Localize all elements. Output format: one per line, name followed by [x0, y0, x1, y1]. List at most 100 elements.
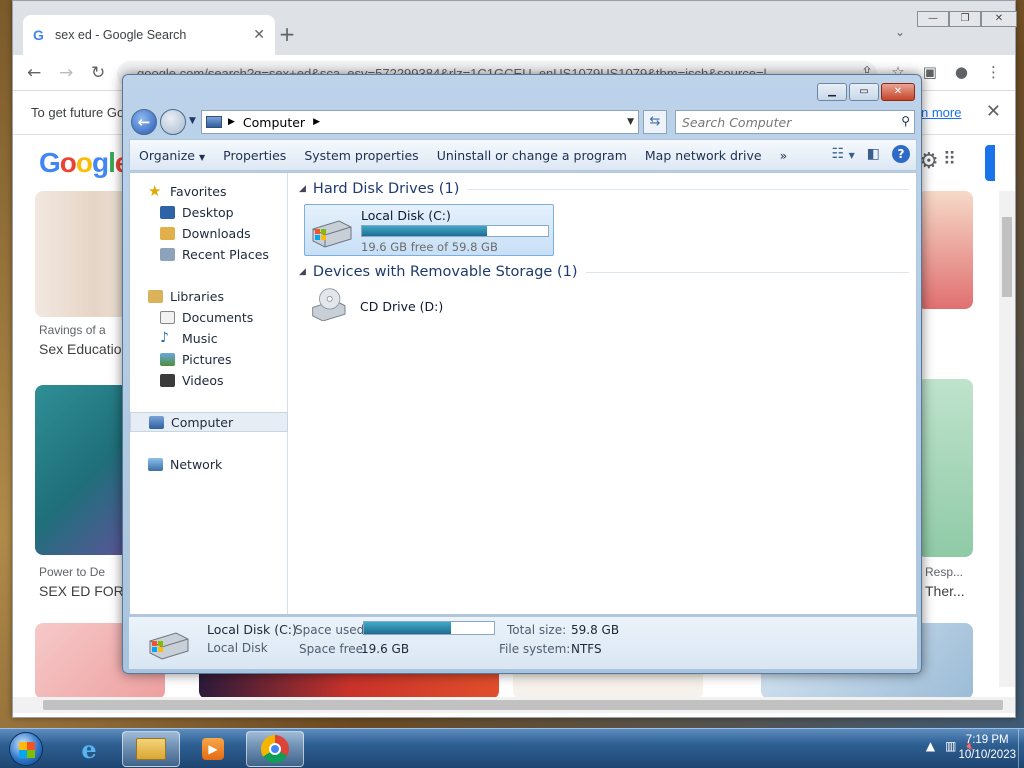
chevron-down-icon: ▼	[198, 152, 206, 162]
start-button[interactable]	[4, 729, 48, 768]
total-size-label: Total size:	[507, 623, 567, 637]
pictures-icon	[160, 352, 175, 366]
system-properties-button[interactable]: System properties	[295, 148, 427, 163]
media-player-icon[interactable]: ▶	[184, 731, 242, 767]
reload-icon[interactable]: ↻	[91, 63, 105, 83]
navigation-pane: ★ Favorites Desktop Downloads Recent Plac…	[130, 173, 288, 614]
google-logo[interactable]: Google	[39, 147, 130, 179]
menu-icon[interactable]: ⋮	[986, 63, 1001, 81]
forward-button[interactable]	[160, 109, 186, 135]
restore-button[interactable]: ❐	[949, 11, 981, 27]
forward-icon[interactable]: →	[59, 63, 73, 83]
chrome-taskbar-icon[interactable]	[246, 731, 304, 767]
nav-downloads[interactable]: Downloads	[130, 223, 288, 243]
details-drive-name: Local Disk (C:)	[207, 622, 297, 637]
back-icon[interactable]: ←	[27, 63, 41, 83]
nav-pictures[interactable]: Pictures	[130, 349, 288, 369]
breadcrumb-arrow-icon[interactable]: ▶	[228, 117, 235, 127]
local-disk-c-tile[interactable]: Local Disk (C:) 19.6 GB free of 59.8 GB	[304, 204, 554, 256]
minimize-button[interactable]: ▁	[817, 83, 847, 101]
file-explorer-taskbar-icon[interactable]	[122, 731, 180, 767]
change-view-icon[interactable]: ☷ ▼	[832, 146, 855, 162]
command-bar: Organize ▼ Properties System properties …	[129, 139, 917, 171]
address-dropdown-icon[interactable]: ▼	[627, 117, 634, 127]
search-icon[interactable]: ⚲	[901, 114, 910, 128]
hard-drive-icon	[149, 632, 189, 660]
drive-name: Local Disk (C:)	[361, 208, 451, 223]
nav-label: Libraries	[170, 288, 224, 304]
properties-button[interactable]: Properties	[214, 148, 295, 163]
learn-more-link[interactable]: n more	[921, 105, 961, 120]
horizontal-scrollbar[interactable]	[13, 697, 1015, 713]
result-thumbnail[interactable]	[917, 379, 973, 557]
collapse-triangle-icon[interactable]: ◢	[299, 267, 306, 277]
address-bar[interactable]: ▶ Computer ▶ ▼	[201, 110, 639, 134]
result-title[interactable]: Sex Educatio	[39, 341, 122, 357]
details-usage-bar	[363, 621, 495, 635]
browser-tab[interactable]: G sex ed - Google Search ✕	[23, 15, 275, 55]
side-panel-icon[interactable]: ▣	[923, 63, 937, 81]
nav-network[interactable]: Network	[130, 454, 288, 474]
result-source[interactable]: Power to De	[39, 565, 105, 579]
details-drive-type: Local Disk	[207, 641, 268, 655]
nav-videos[interactable]: Videos	[130, 370, 288, 390]
tab-search-chevron-icon[interactable]: ⌄	[895, 25, 905, 39]
result-title[interactable]: Ther...	[925, 583, 965, 599]
explorer-body: ★ Favorites Desktop Downloads Recent Plac…	[129, 172, 917, 615]
libraries-icon	[148, 289, 163, 303]
internet-explorer-icon[interactable]: e	[60, 731, 118, 767]
organize-button[interactable]: Organize ▼	[130, 148, 214, 163]
result-source[interactable]: Ravings of a	[39, 323, 106, 337]
tab-close-icon[interactable]: ✕	[253, 27, 265, 43]
map-network-drive-button[interactable]: Map network drive	[636, 148, 771, 163]
group-header-removable[interactable]: ◢ Devices with Removable Storage (1)	[299, 264, 909, 280]
collapse-triangle-icon[interactable]: ◢	[299, 184, 306, 194]
clock[interactable]: 7:19 PM 10/10/2023	[958, 733, 1016, 763]
nav-computer[interactable]: Computer	[130, 412, 288, 432]
nav-documents[interactable]: Documents	[130, 307, 288, 327]
nav-desktop[interactable]: Desktop	[130, 202, 288, 222]
videos-icon	[160, 373, 175, 387]
organize-label: Organize	[139, 147, 195, 163]
breadcrumb-arrow-icon[interactable]: ▶	[313, 117, 320, 127]
scrollbar-thumb[interactable]	[1002, 217, 1012, 297]
nav-favorites[interactable]: ★ Favorites	[130, 181, 288, 201]
refresh-button[interactable]: ⇆	[643, 110, 667, 134]
tab-strip: G sex ed - Google Search ✕ + ⌄ — ❐ ✕	[13, 1, 1017, 55]
minimize-button[interactable]: —	[917, 11, 949, 27]
show-hidden-icons-icon[interactable]: ▲	[926, 739, 935, 754]
nav-libraries[interactable]: Libraries	[130, 286, 288, 306]
back-button[interactable]: ←	[131, 109, 157, 135]
search-input[interactable]: Search Computer ⚲	[675, 110, 915, 134]
result-source[interactable]: Resp...	[925, 565, 963, 579]
maximize-button[interactable]: ▭	[849, 83, 879, 101]
profile-avatar-icon[interactable]: ●	[955, 63, 968, 81]
view-controls: ☷ ▼ ◧ ?	[832, 145, 910, 163]
sign-in-button[interactable]	[985, 145, 995, 181]
divider	[585, 271, 909, 273]
cd-drive-d-tile[interactable]: CD Drive (D:)	[304, 285, 504, 335]
content-pane: ◢ Hard Disk Drives (1) Local Disk (C:) 19…	[289, 173, 915, 614]
divider	[467, 188, 909, 190]
show-desktop-button[interactable]	[1018, 729, 1024, 768]
google-apps-icon[interactable]: ⠿	[943, 149, 956, 170]
more-commands-button[interactable]: »	[771, 148, 797, 163]
info-bar-close-icon[interactable]: ✕	[986, 101, 1001, 122]
uninstall-program-button[interactable]: Uninstall or change a program	[428, 148, 636, 163]
breadcrumb-computer[interactable]: Computer	[243, 115, 305, 130]
help-icon[interactable]: ?	[892, 145, 910, 163]
preview-pane-icon[interactable]: ◧	[867, 146, 880, 162]
result-thumbnail[interactable]	[917, 191, 973, 309]
group-header-hard-disks[interactable]: ◢ Hard Disk Drives (1)	[299, 181, 909, 197]
recent-pages-arrow-icon[interactable]: ▼	[189, 116, 196, 126]
nav-label: Pictures	[182, 351, 232, 367]
nav-music[interactable]: ♪ Music	[130, 328, 288, 348]
vertical-scrollbar[interactable]	[999, 191, 1015, 687]
new-tab-button[interactable]: +	[275, 23, 299, 47]
close-window-button[interactable]: ✕	[981, 11, 1017, 27]
network-status-icon[interactable]: ▥	[945, 739, 956, 754]
nav-recent-places[interactable]: Recent Places	[130, 244, 288, 264]
drive-name: CD Drive (D:)	[360, 299, 444, 314]
close-button[interactable]: ✕	[881, 83, 915, 101]
scrollbar-thumb[interactable]	[43, 700, 1003, 710]
